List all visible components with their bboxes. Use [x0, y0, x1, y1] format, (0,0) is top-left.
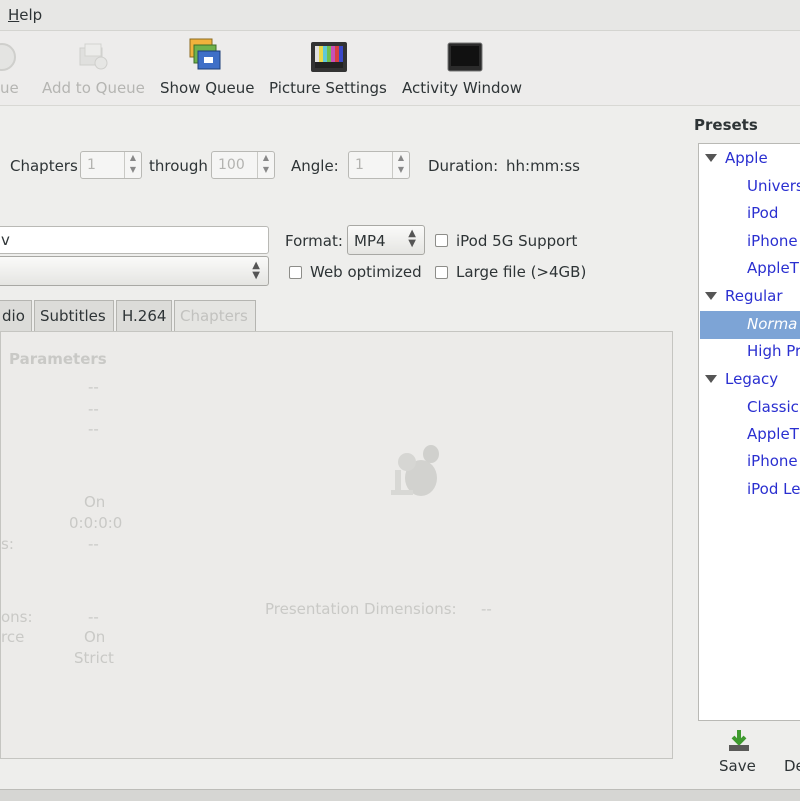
large-file-label: Large file (>4GB): [456, 263, 587, 281]
delete-preset-button[interactable]: De: [782, 728, 800, 778]
chapter-end-arrows[interactable]: ▲ ▼: [257, 152, 274, 178]
preset-group-legacy[interactable]: Legacy: [725, 370, 778, 388]
queue-button-label: ue: [0, 79, 19, 97]
presets-tree: Apple Univers iPod iPhone AppleT Regular…: [698, 143, 800, 721]
angle-arrows[interactable]: ▲ ▼: [392, 152, 409, 178]
save-icon: [729, 730, 749, 751]
param-value-9: Strict: [74, 649, 114, 667]
save-preset-button[interactable]: Save: [712, 728, 764, 778]
preset-group-regular[interactable]: Regular: [725, 287, 783, 305]
preset-group-apple[interactable]: Apple: [725, 149, 768, 167]
param-value-7: --: [88, 608, 99, 626]
tab-subtitles-label: Subtitles: [40, 307, 106, 325]
chapters-label: Chapters: [10, 157, 78, 175]
chapter-end-spin[interactable]: 100 ▲ ▼: [211, 151, 275, 179]
preset-item[interactable]: AppleT: [747, 425, 799, 443]
preset-item[interactable]: iPod: [747, 204, 778, 222]
status-bar: [0, 789, 800, 801]
show-queue-icon: [189, 38, 221, 70]
preset-item[interactable]: iPod Le: [747, 480, 800, 498]
presentation-dimensions-value: --: [481, 600, 492, 618]
container-combo[interactable]: ▲ ▼: [0, 256, 269, 286]
tab-subtitles[interactable]: Subtitles: [34, 300, 114, 332]
angle-label: Angle:: [291, 157, 339, 175]
show-queue-label: Show Queue: [160, 79, 255, 97]
duration-label: Duration:: [428, 157, 499, 175]
chapter-start-arrows[interactable]: ▲ ▼: [124, 152, 141, 178]
menu-bar: Help: [0, 0, 800, 31]
large-file-checkbox[interactable]: [435, 266, 448, 279]
presets-title: Presets: [694, 116, 758, 134]
save-preset-label: Save: [719, 757, 756, 775]
terminal-icon: [447, 42, 483, 72]
toolbar: ue Add to Queue Show Queue Picture Setti…: [0, 31, 800, 106]
preset-item[interactable]: iPhone: [747, 452, 798, 470]
presentation-dimensions-label: Presentation Dimensions:: [265, 600, 457, 618]
param-value-8: On: [84, 628, 106, 646]
chapter-end-value: 100: [218, 157, 245, 173]
tab-h264-label: H.264: [122, 307, 167, 325]
destination-file-entry[interactable]: v: [0, 226, 269, 254]
chapter-start-spin[interactable]: 1 ▲ ▼: [80, 151, 142, 179]
preset-item[interactable]: Univers: [747, 177, 800, 195]
chapter-start-value: 1: [87, 157, 96, 173]
format-combo-arrows-icon: ▲ ▼: [408, 228, 416, 249]
param-value-4: On: [84, 493, 106, 511]
ipod-5g-checkbox[interactable]: [435, 234, 448, 247]
format-value: MP4: [354, 232, 386, 250]
picture-parameters-panel: Parameters -- -- -- On 0:0:0:0 s: -- ons…: [0, 331, 673, 759]
destination-file-text: v: [1, 231, 10, 249]
duration-value: hh:mm:ss: [506, 157, 580, 175]
delete-preset-label: De: [784, 757, 800, 775]
container-combo-arrows-icon: ▲ ▼: [252, 260, 260, 281]
tab-chapters[interactable]: Chapters: [174, 300, 256, 332]
param-label-3: rce: [1, 628, 25, 646]
expand-apple-icon[interactable]: [705, 154, 717, 162]
format-combo[interactable]: MP4 ▲ ▼: [347, 225, 425, 255]
activity-window-label: Activity Window: [402, 79, 523, 97]
param-value-1: --: [88, 378, 99, 396]
preset-item[interactable]: AppleT: [747, 259, 799, 277]
expand-legacy-icon[interactable]: [705, 375, 717, 383]
parameters-title: Parameters: [9, 350, 107, 368]
ipod-5g-label: iPod 5G Support: [456, 232, 578, 250]
tab-h264[interactable]: H.264: [116, 300, 172, 332]
angle-value: 1: [355, 157, 364, 173]
picture-settings-label: Picture Settings: [269, 79, 387, 97]
param-label-2: ons:: [1, 608, 33, 626]
expand-regular-icon[interactable]: [705, 292, 717, 300]
menu-help[interactable]: Help: [8, 6, 42, 24]
param-value-5: 0:0:0:0: [69, 514, 123, 532]
angle-spin[interactable]: 1 ▲ ▼: [348, 151, 410, 179]
preset-item[interactable]: Classic: [747, 398, 799, 416]
tab-audio[interactable]: dio: [0, 300, 32, 332]
tab-chapters-label: Chapters: [180, 307, 248, 325]
queue-icon: [0, 43, 16, 71]
param-value-6: --: [88, 535, 99, 553]
preset-item[interactable]: High Pr: [747, 342, 800, 360]
format-label: Format:: [285, 232, 343, 250]
add-to-queue-label: Add to Queue: [42, 79, 145, 97]
web-optimized-checkbox[interactable]: [289, 266, 302, 279]
param-value-2: --: [88, 400, 99, 418]
web-optimized-label: Web optimized: [310, 263, 422, 281]
tab-audio-label: dio: [2, 307, 25, 325]
param-value-3: --: [88, 420, 99, 438]
picture-settings-icon: [311, 42, 347, 72]
preset-item-selected[interactable]: Norma: [747, 315, 797, 333]
preset-item[interactable]: iPhone: [747, 232, 798, 250]
through-label: through: [149, 157, 208, 175]
handbrake-logo-icon: [391, 445, 439, 496]
add-queue-icon: [79, 43, 108, 70]
param-label-1: s:: [1, 535, 14, 553]
